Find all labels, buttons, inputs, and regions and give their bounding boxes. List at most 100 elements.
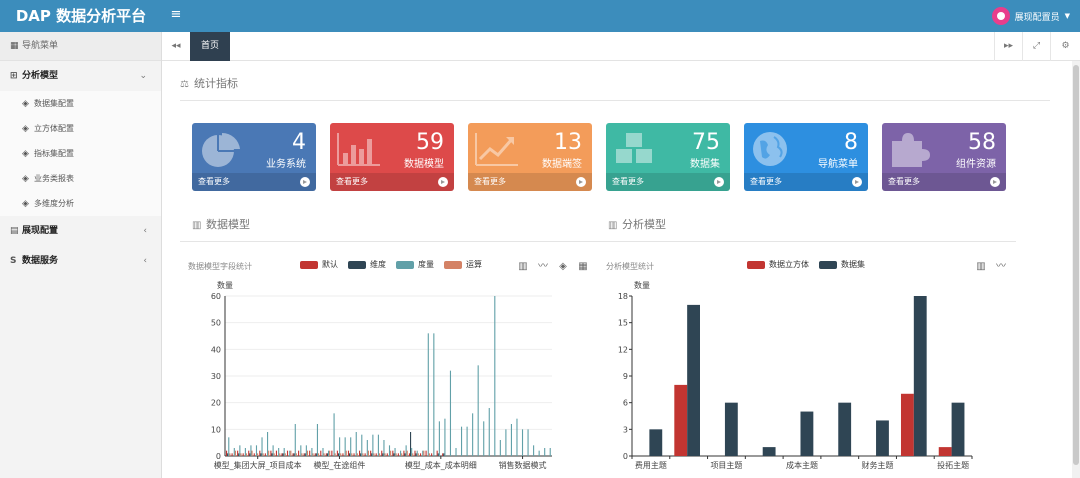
card-more-link[interactable]: 查看更多 [606, 173, 730, 191]
y-tick-label: 50 [211, 319, 221, 328]
bar-默认 [381, 450, 383, 456]
bar-默认 [397, 453, 399, 456]
bar-运算 [334, 453, 336, 456]
tag-icon: ◈ [22, 174, 29, 184]
chart-data-model: 数量 0 10 20 30 40 50 60 模型_集团大屏_项目成本 模型_在途组件 模型_成本_… [211, 280, 552, 470]
bar-数据集 [649, 429, 663, 456]
card-nav-menu[interactable]: 8 导航菜单 查看更多 [744, 123, 868, 191]
caret-down-icon: ▼ [1064, 12, 1070, 20]
arrow-circle-right-icon [300, 177, 310, 187]
bar-维度 [238, 453, 240, 456]
sidebar-subitem-cube-config[interactable]: ◈ 立方体配置 [0, 116, 161, 141]
user-name: 展现配置员 [1014, 12, 1060, 23]
scrollbar-thumb[interactable] [1073, 65, 1079, 465]
bar-度量 [372, 434, 374, 456]
arrow-circle-right-icon [990, 177, 1000, 187]
x-tick-label: 费用主题 [635, 460, 667, 470]
x-tick-label: 投拓主题 [937, 460, 969, 470]
sidebar-item-label: 分析模型 [22, 71, 59, 81]
card-label: 导航菜单 [818, 159, 858, 170]
card-more-link[interactable]: 查看更多 [468, 173, 592, 191]
bar-维度 [382, 453, 384, 456]
bar-度量 [228, 437, 230, 456]
app-title[interactable]: DAP 数据分析平台 [0, 0, 162, 32]
y-tick-label: 0 [623, 452, 628, 461]
legend-item[interactable]: 数据集 [819, 259, 865, 270]
card-data-endpoint[interactable]: 13 数据端签 查看更多 [468, 123, 592, 191]
card-more-link[interactable]: 查看更多 [744, 173, 868, 191]
bar-数据立方体 [674, 384, 688, 456]
legend-item[interactable]: 度量 [396, 259, 434, 270]
scrollbar[interactable] [1072, 61, 1080, 478]
bar-默认 [253, 453, 255, 456]
arrow-circle-right-icon [576, 177, 586, 187]
bar-度量 [544, 448, 546, 456]
legend-item[interactable]: 运算 [444, 259, 482, 270]
sidebar-subitem-business-report[interactable]: ◈ 业务类报表 [0, 166, 161, 191]
legend-item[interactable]: 默认 [300, 259, 338, 270]
bar-运算 [251, 450, 253, 456]
film-icon: ▤ [10, 226, 19, 236]
tab-prev-icon[interactable]: ◂◂ [162, 32, 190, 61]
bar-默认 [270, 450, 272, 456]
bar-默认 [275, 450, 277, 456]
bar-度量 [267, 432, 269, 456]
x-tick-label: 财务主题 [862, 460, 894, 470]
bar-度量 [294, 424, 296, 456]
line-view-icon[interactable]: 〰 [994, 261, 1008, 273]
sidebar-subitem-indicator-config[interactable]: ◈ 指标集配置 [0, 141, 161, 166]
chart-legend-data-model: 默认 维度 度量 运算 [300, 259, 482, 270]
bar-维度 [304, 453, 306, 456]
dollar-icon: S [10, 256, 17, 266]
sidebar-subitem-multidim-analysis[interactable]: ◈ 多维度分析 [0, 191, 161, 216]
bar-默认 [303, 453, 305, 456]
bar-维度 [393, 453, 395, 456]
user-menu[interactable]: 展现配置员 ▼ [991, 0, 1070, 32]
sidebar-item-display-config[interactable]: ▤ 展现配置 ‹ [0, 216, 161, 246]
card-more-link[interactable]: 查看更多 [882, 173, 1006, 191]
bar-默认 [359, 450, 361, 456]
sidebar-subitem-dataset-config[interactable]: ◈ 数据集配置 [0, 91, 161, 116]
bar-度量 [233, 448, 235, 456]
card-value: 13 [554, 130, 582, 155]
fullscreen-icon[interactable]: ⤢ [1022, 32, 1050, 61]
menu-toggle-icon[interactable]: ≡ [168, 0, 184, 32]
bar-默认 [231, 453, 233, 456]
bar-度量 [383, 440, 385, 456]
sidebar-item-analysis-model[interactable]: ⊞ 分析模型 ⌄ [0, 61, 161, 91]
divider [180, 100, 1050, 101]
bar-数据集 [762, 447, 776, 456]
tab-home[interactable]: 首页 [190, 32, 230, 61]
bar-运算 [240, 453, 242, 456]
bar-维度 [326, 453, 328, 456]
tab-next-icon[interactable]: ▸▸ [994, 32, 1022, 61]
bar-运算 [362, 453, 364, 456]
bar-度量 [494, 296, 496, 456]
bar-度量 [366, 440, 368, 456]
card-business-system[interactable]: 4 业务系统 查看更多 [192, 123, 316, 191]
legend-item[interactable]: 数据立方体 [747, 259, 809, 270]
bar-默认 [442, 453, 444, 456]
legend-item[interactable]: 维度 [348, 259, 386, 270]
card-label: 业务系统 [266, 159, 306, 170]
bar-度量 [521, 429, 524, 456]
card-component-resource[interactable]: 58 组件资源 查看更多 [882, 123, 1006, 191]
bar-度量 [377, 434, 379, 456]
bar-运算 [301, 453, 303, 456]
sidebar-item-data-service[interactable]: S 数据服务 ‹ [0, 246, 161, 276]
x-tick-label: 成本主题 [786, 460, 818, 470]
bar-运算 [428, 453, 430, 456]
divider [180, 241, 600, 242]
bar-运算 [384, 453, 386, 456]
bar-默认 [436, 450, 438, 456]
card-data-model[interactable]: 59 数据模型 查看更多 [330, 123, 454, 191]
card-more-link[interactable]: 查看更多 [192, 173, 316, 191]
bar-数据立方体 [938, 447, 952, 456]
card-more-link[interactable]: 查看更多 [330, 173, 454, 191]
bar-默认 [242, 453, 244, 456]
bar-默认 [419, 453, 422, 456]
card-dataset[interactable]: 75 数据集 查看更多 [606, 123, 730, 191]
bar-度量 [488, 408, 490, 456]
y-tick-label: 0 [216, 452, 221, 461]
gear-icon[interactable]: ⚙ [1050, 32, 1080, 61]
